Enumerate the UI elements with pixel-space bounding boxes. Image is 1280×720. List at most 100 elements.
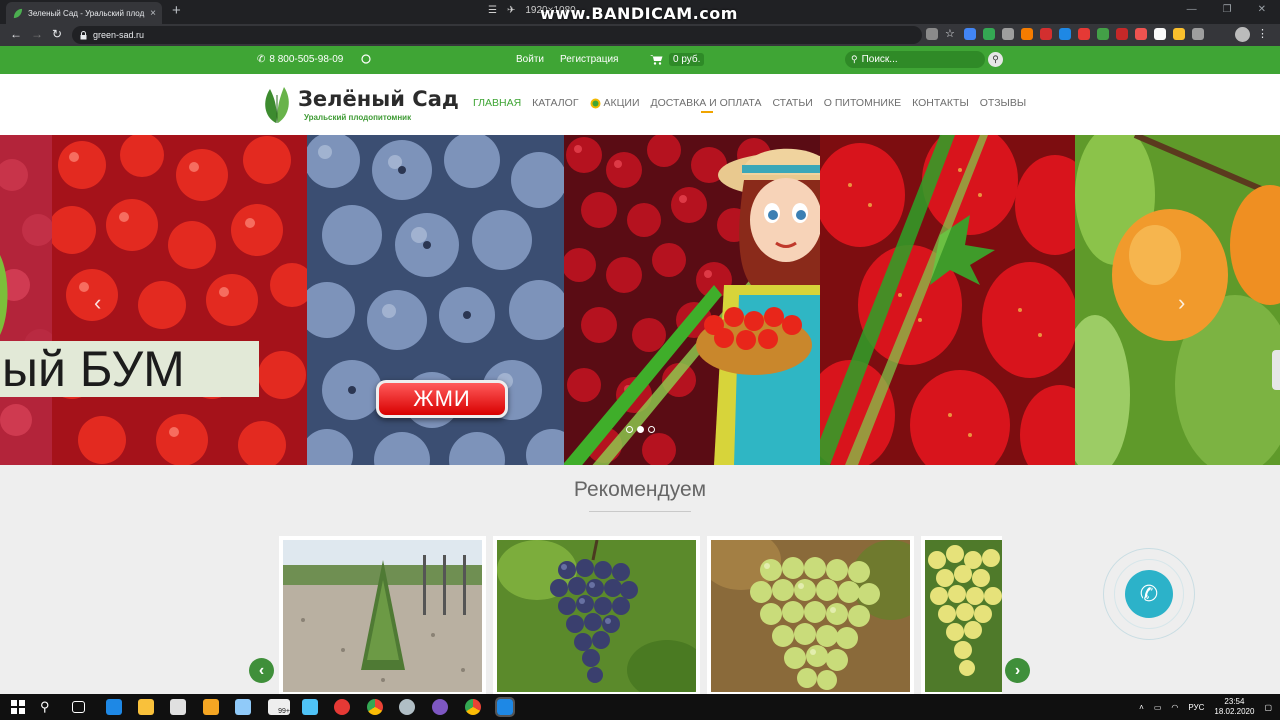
menu-item-catalog[interactable]: КАТАЛОГ: [532, 97, 578, 109]
store-icon[interactable]: [170, 699, 186, 715]
extension-icon[interactable]: [1059, 28, 1071, 40]
more-menu-icon[interactable]: ⋮: [1257, 27, 1268, 40]
slider-dot[interactable]: [648, 426, 655, 433]
product-card[interactable]: [493, 536, 700, 696]
back-arrow-icon[interactable]: ←: [10, 27, 22, 41]
leaf-logo-icon: [265, 87, 289, 123]
wifi-icon[interactable]: ◠: [1171, 703, 1178, 712]
system-tray: ˄ ▭ ◠ РУС 23:54 18.02.2020 ▢: [1139, 697, 1272, 717]
extension-icon[interactable]: [1002, 28, 1014, 40]
reload-icon[interactable]: ↻: [52, 27, 62, 41]
maximize-button[interactable]: ❐: [1223, 4, 1232, 15]
search-submit-button[interactable]: ⚲: [988, 52, 1003, 67]
tab-close-icon[interactable]: ×: [150, 8, 156, 19]
extension-icon[interactable]: [1078, 28, 1090, 40]
viber-icon[interactable]: [432, 699, 448, 715]
site-header: Зелёный Сад Уральский плодопитомник ГЛАВ…: [0, 74, 1280, 135]
app-icon[interactable]: [399, 699, 415, 715]
product-card[interactable]: [279, 536, 486, 696]
menu-item-label: АКЦИИ: [603, 97, 640, 109]
chrome-icon[interactable]: [465, 699, 481, 715]
search-box: ⚲: [845, 51, 985, 68]
language-indicator[interactable]: РУС: [1188, 703, 1204, 712]
close-window-button[interactable]: ✕: [1258, 4, 1266, 15]
chrome-icon[interactable]: [367, 699, 383, 715]
network-icon[interactable]: ▭: [1154, 703, 1162, 712]
menu-item-home[interactable]: ГЛАВНАЯ: [473, 97, 521, 109]
extension-icon[interactable]: [1154, 28, 1166, 40]
extension-icon[interactable]: [926, 28, 938, 40]
app-icon[interactable]: [302, 699, 318, 715]
browser-tab[interactable]: Зеленый Сад - Уральский плод ×: [6, 2, 162, 24]
extension-icon[interactable]: [1097, 28, 1109, 40]
file-explorer-icon[interactable]: [138, 699, 154, 715]
extension-icon[interactable]: [983, 28, 995, 40]
clock-date: 18.02.2020: [1214, 707, 1255, 716]
menu-icon[interactable]: ☰: [488, 5, 497, 16]
windows-taskbar: ⚲ 99+ ˄ ▭ ◠ РУС 23:54 18.02.2020 ▢: [0, 694, 1280, 720]
address-bar[interactable]: green-sad.ru: [72, 26, 922, 44]
menu-item-reviews[interactable]: ОТЗЫВЫ: [980, 97, 1026, 109]
product-card[interactable]: [921, 536, 1002, 696]
promo-banner-text: ый БУМ: [0, 341, 259, 397]
carousel-next-button[interactable]: ›: [1005, 658, 1030, 683]
search-input[interactable]: [861, 54, 972, 65]
search-icon[interactable]: ⚲: [40, 699, 56, 715]
star-icon[interactable]: ☆: [945, 28, 957, 40]
phone-link[interactable]: ✆ 8 800-505-98-09: [257, 54, 343, 65]
slider-prev-icon[interactable]: ‹: [94, 290, 101, 316]
notepad-icon[interactable]: [235, 699, 251, 715]
app-icon[interactable]: [495, 697, 515, 717]
forward-arrow-icon[interactable]: →: [31, 27, 43, 41]
notification-badge: 99+: [278, 708, 290, 715]
task-view-icon[interactable]: [72, 701, 85, 713]
site-topbar: ✆ 8 800-505-98-09 Войти Регистрация 0 ру…: [0, 46, 1280, 74]
phone-icon: ✆: [257, 54, 266, 65]
slider-dot[interactable]: [626, 426, 633, 433]
main-menu: ГЛАВНАЯ КАТАЛОГ АКЦИИ ДОСТАВКА И ОПЛАТА …: [473, 97, 1026, 113]
extension-icon[interactable]: [1021, 28, 1033, 40]
extension-icon[interactable]: [1173, 28, 1185, 40]
tray-chevron-icon[interactable]: ˄: [1139, 703, 1144, 712]
mail-badge-icon[interactable]: 99+: [268, 699, 290, 715]
carousel-prev-button[interactable]: ‹: [249, 658, 274, 683]
callback-button[interactable]: ✆: [1103, 548, 1195, 640]
whatsapp-icon[interactable]: [361, 54, 371, 64]
extension-icon[interactable]: [1135, 28, 1147, 40]
extension-icon[interactable]: [1116, 28, 1128, 40]
slider-next-icon[interactable]: ›: [1178, 290, 1185, 316]
windows-start-icon[interactable]: [10, 699, 26, 715]
raspberry-image: [0, 135, 52, 465]
menu-item-delivery[interactable]: ДОСТАВКА И ОПЛАТА: [651, 97, 761, 113]
minimize-button[interactable]: —: [1187, 4, 1197, 15]
pin-icon[interactable]: ✈: [507, 5, 515, 16]
edge-icon[interactable]: [106, 699, 122, 715]
site-logo[interactable]: Зелёный Сад Уральский плодопитомник: [260, 83, 459, 125]
slider-dot-active[interactable]: [637, 426, 644, 433]
playlist-icon[interactable]: [1192, 28, 1204, 40]
menu-item-about[interactable]: О ПИТОМНИКЕ: [824, 97, 901, 109]
new-tab-button[interactable]: +: [172, 3, 181, 19]
hero-slider[interactable]: ый БУМ ЖМИ ‹ ›: [0, 135, 1280, 465]
register-link[interactable]: Регистрация: [560, 54, 618, 65]
cart-link[interactable]: 0 руб.: [650, 53, 705, 66]
promo-click-button[interactable]: ЖМИ: [376, 380, 508, 418]
notifications-icon[interactable]: ▢: [1264, 703, 1272, 712]
conifer-seedling-image: [283, 540, 482, 692]
login-link[interactable]: Войти: [516, 54, 544, 65]
logo-name: Зелёный Сад: [298, 86, 459, 111]
menu-item-articles[interactable]: СТАТЬИ: [772, 97, 812, 109]
green-grape-image: [711, 540, 910, 692]
profile-avatar[interactable]: [1235, 27, 1250, 42]
side-panel-tab[interactable]: [1272, 350, 1280, 390]
browser-toolbar: ← → ↻ green-sad.ru ☆ ⋮: [0, 24, 1280, 46]
menu-item-promotions[interactable]: АКЦИИ: [590, 97, 640, 109]
archive-app-icon[interactable]: [203, 699, 219, 715]
yandex-browser-icon[interactable]: [334, 699, 350, 715]
extension-icon[interactable]: [964, 28, 976, 40]
menu-item-contacts[interactable]: КОНТАКТЫ: [912, 97, 969, 109]
red-currant-image: [52, 135, 307, 465]
clock[interactable]: 23:54 18.02.2020: [1214, 697, 1254, 717]
extension-icon[interactable]: [1040, 28, 1052, 40]
product-card[interactable]: [707, 536, 914, 696]
